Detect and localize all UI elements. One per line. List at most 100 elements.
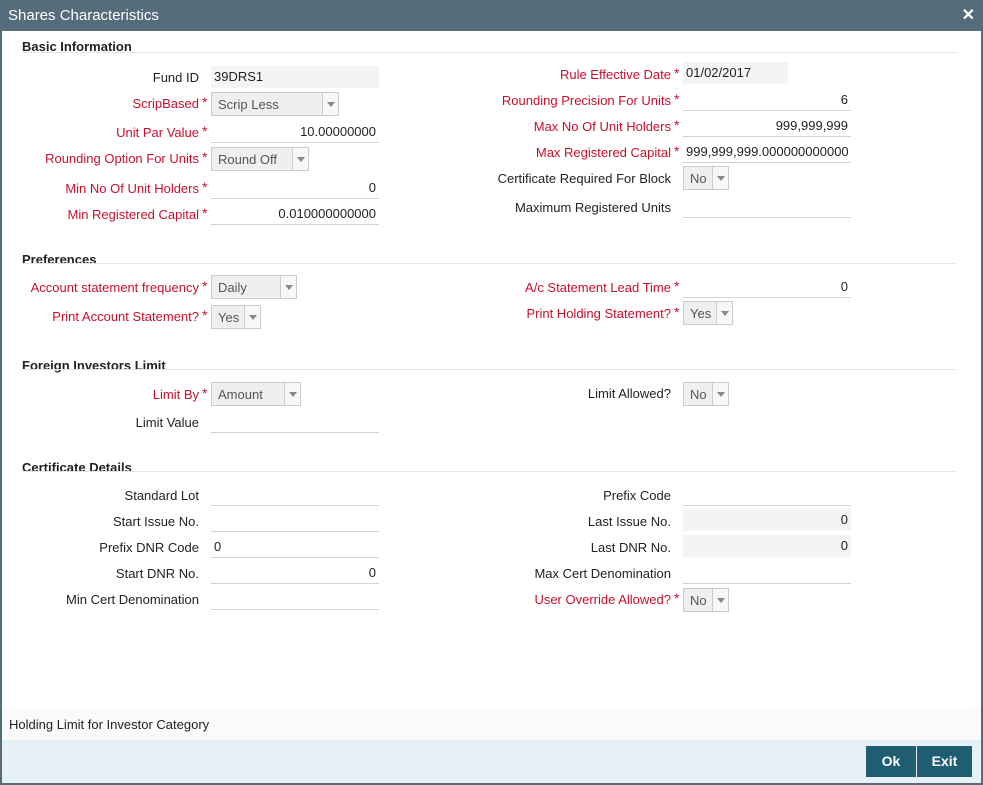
limit-allowed-value: No bbox=[690, 387, 707, 402]
chevron-down-icon bbox=[712, 167, 728, 189]
scrip-based-value: Scrip Less bbox=[218, 97, 279, 112]
ok-button[interactable]: Ok bbox=[866, 746, 916, 777]
required-star: * bbox=[674, 143, 680, 159]
section-certificate-details: Certificate Details bbox=[22, 460, 132, 475]
required-star: * bbox=[202, 205, 208, 221]
required-star: * bbox=[674, 590, 680, 606]
start-dnr-no-field[interactable]: 0 bbox=[211, 562, 379, 584]
certificate-required-value: No bbox=[690, 171, 707, 186]
prefix-code-label: Prefix Code bbox=[603, 488, 671, 503]
user-override-allowed-label: User Override Allowed? bbox=[534, 592, 671, 607]
max-unit-holders-field[interactable]: 999,999,999 bbox=[683, 115, 851, 137]
prefix-code-field[interactable] bbox=[683, 484, 851, 506]
max-registered-units-label: Maximum Registered Units bbox=[514, 200, 671, 215]
chevron-down-icon bbox=[280, 276, 296, 298]
required-star: * bbox=[202, 385, 208, 401]
min-cert-denomination-field[interactable] bbox=[211, 588, 379, 610]
section-divider bbox=[22, 369, 956, 370]
section-preferences: Preferences bbox=[22, 252, 97, 267]
ac-statement-lead-time-field[interactable]: 0 bbox=[683, 276, 851, 298]
rule-effective-date-field[interactable]: 01/02/2017 bbox=[683, 62, 788, 84]
required-star: * bbox=[202, 149, 208, 165]
user-override-allowed-select[interactable]: No bbox=[683, 588, 729, 612]
scrip-based-label: ScripBased bbox=[132, 96, 199, 111]
rounding-option-value: Round Off bbox=[218, 152, 278, 167]
limit-value-field[interactable] bbox=[211, 411, 379, 433]
close-icon[interactable]: ✕ bbox=[962, 5, 975, 25]
account-statement-frequency-value: Daily bbox=[218, 280, 247, 295]
chevron-down-icon bbox=[712, 383, 728, 405]
holding-limit-link[interactable]: Holding Limit for Investor Category bbox=[9, 717, 209, 732]
rounding-option-label: Rounding Option For Units bbox=[45, 151, 199, 166]
certificate-required-label: Certificate Required For Block bbox=[497, 171, 671, 186]
chevron-down-icon bbox=[284, 383, 300, 405]
user-override-allowed-value: No bbox=[690, 593, 707, 608]
min-unit-holders-label: Min No Of Unit Holders bbox=[65, 181, 199, 196]
print-account-statement-select[interactable]: Yes bbox=[211, 305, 261, 329]
limit-by-select[interactable]: Amount bbox=[211, 382, 301, 406]
ac-statement-lead-time-label: A/c Statement Lead Time bbox=[525, 280, 671, 295]
exit-button[interactable]: Exit bbox=[917, 746, 972, 777]
fund-id-field[interactable]: 39DRS1 bbox=[211, 66, 379, 88]
max-registered-capital-field[interactable]: 999,999,999.000000000000 bbox=[683, 141, 851, 163]
print-holding-statement-label: Print Holding Statement? bbox=[526, 306, 671, 321]
print-account-statement-label: Print Account Statement? bbox=[52, 309, 199, 324]
prefix-dnr-code-field[interactable]: 0 bbox=[211, 536, 379, 558]
account-statement-frequency-label: Account statement frequency bbox=[30, 280, 199, 295]
max-registered-capital-label: Max Registered Capital bbox=[535, 145, 671, 160]
scrip-based-select[interactable]: Scrip Less bbox=[211, 92, 339, 116]
chevron-down-icon bbox=[244, 306, 260, 328]
standard-lot-label: Standard Lot bbox=[124, 488, 199, 503]
last-dnr-no-field[interactable]: 0 bbox=[683, 535, 851, 557]
min-registered-capital-field[interactable]: 0.010000000000 bbox=[211, 203, 379, 225]
required-star: * bbox=[674, 304, 680, 320]
chevron-down-icon bbox=[322, 93, 338, 115]
section-divider bbox=[22, 471, 956, 472]
required-star: * bbox=[202, 123, 208, 139]
required-star: * bbox=[202, 179, 208, 195]
unit-par-value-field[interactable]: 10.00000000 bbox=[211, 121, 379, 143]
rounding-option-select[interactable]: Round Off bbox=[211, 147, 309, 171]
required-star: * bbox=[674, 65, 680, 81]
standard-lot-field[interactable] bbox=[211, 484, 379, 506]
required-star: * bbox=[674, 91, 680, 107]
chevron-down-icon bbox=[712, 589, 728, 611]
section-foreign-investors-limit: Foreign Investors Limit bbox=[22, 358, 166, 373]
min-cert-denomination-label: Min Cert Denomination bbox=[66, 592, 199, 607]
required-star: * bbox=[202, 307, 208, 323]
unit-par-value-label: Unit Par Value bbox=[116, 125, 199, 140]
account-statement-frequency-select[interactable]: Daily bbox=[211, 275, 297, 299]
footer-bar: Ok Exit bbox=[2, 740, 981, 783]
start-issue-no-field[interactable] bbox=[211, 510, 379, 532]
window-title: Shares Characteristics bbox=[8, 7, 159, 24]
print-holding-statement-select[interactable]: Yes bbox=[683, 301, 733, 325]
max-cert-denomination-label: Max Cert Denomination bbox=[534, 566, 671, 581]
max-registered-units-field[interactable] bbox=[683, 196, 851, 218]
rounding-precision-field[interactable]: 6 bbox=[683, 89, 851, 111]
window-titlebar: Shares Characteristics ✕ bbox=[0, 0, 983, 31]
rounding-precision-label: Rounding Precision For Units bbox=[501, 93, 671, 108]
last-issue-no-field[interactable]: 0 bbox=[683, 509, 851, 531]
required-star: * bbox=[674, 117, 680, 133]
last-dnr-no-label: Last DNR No. bbox=[590, 540, 671, 555]
start-dnr-no-label: Start DNR No. bbox=[115, 566, 199, 581]
min-unit-holders-field[interactable]: 0 bbox=[211, 177, 379, 199]
limit-allowed-select[interactable]: No bbox=[683, 382, 729, 406]
section-divider bbox=[22, 52, 956, 53]
limit-allowed-label: Limit Allowed? bbox=[587, 386, 671, 401]
required-star: * bbox=[202, 278, 208, 294]
print-account-statement-value: Yes bbox=[218, 310, 240, 325]
limit-value-label: Limit Value bbox=[135, 415, 199, 430]
required-star: * bbox=[202, 94, 208, 110]
sub-screen-bar: Holding Limit for Investor Category bbox=[2, 707, 981, 740]
certificate-required-select[interactable]: No bbox=[683, 166, 729, 190]
max-cert-denomination-field[interactable] bbox=[683, 562, 851, 584]
section-divider bbox=[22, 263, 956, 264]
limit-by-label: Limit By bbox=[152, 387, 199, 402]
chevron-down-icon bbox=[292, 148, 308, 170]
print-holding-statement-value: Yes bbox=[690, 306, 712, 321]
chevron-down-icon bbox=[716, 302, 732, 324]
last-issue-no-label: Last Issue No. bbox=[587, 514, 671, 529]
min-registered-capital-label: Min Registered Capital bbox=[67, 207, 199, 222]
limit-by-value: Amount bbox=[218, 387, 263, 402]
